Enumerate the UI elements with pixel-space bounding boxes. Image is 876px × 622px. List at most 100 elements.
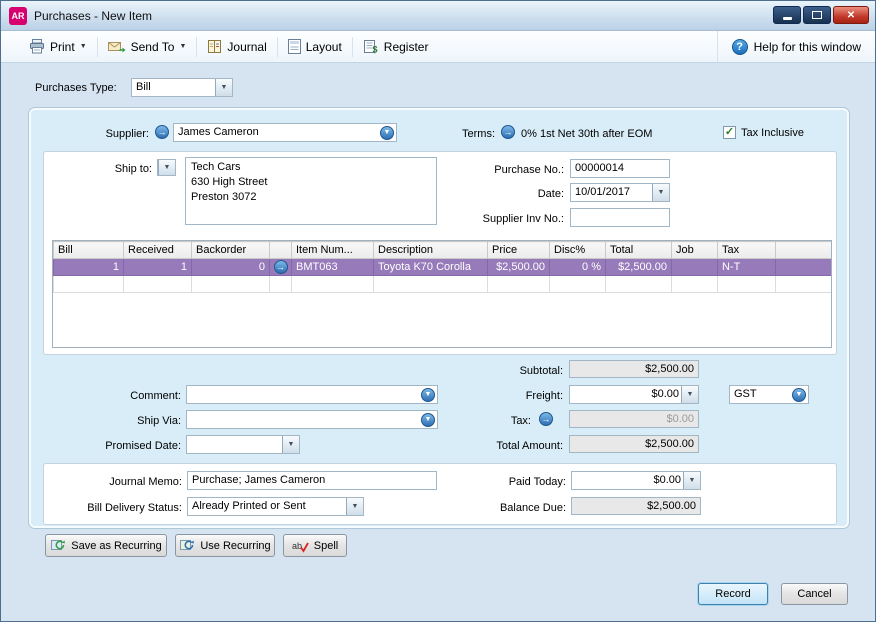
layout-button[interactable]: Layout [278,34,352,60]
tax-value: $0.00 [574,412,694,427]
cell-tax[interactable]: N-T [718,259,776,276]
journal-memo-label: Journal Memo: [80,473,182,491]
supplier-select[interactable]: James Cameron ▼ [173,123,397,142]
ship-to-dropdown[interactable]: ▼ [157,159,176,176]
use-recurring-button[interactable]: Use Recurring [175,534,275,557]
gst-select[interactable]: GST ▼ [729,385,809,404]
gst-dropdown-button[interactable]: ▼ [792,388,806,402]
bill-delivery-status-select[interactable]: Already Printed or Sent ▼ [187,497,364,516]
journal-memo-field[interactable]: Purchase; James Cameron [187,471,437,490]
paid-today-dropdown-button[interactable]: ▼ [683,472,700,489]
tax-zoom-arrow-icon[interactable]: → [539,412,553,426]
terms-zoom-arrow-icon[interactable]: → [501,125,515,139]
paid-today-field[interactable]: $0.00 ▼ [571,471,701,490]
layout-icon [288,39,301,54]
save-recurring-icon [50,538,66,553]
bill-form-panel: Supplier: → James Cameron ▼ Terms: → 0% … [29,108,849,528]
use-recurring-label: Use Recurring [200,540,270,552]
date-field[interactable]: 10/01/2017 ▼ [570,183,670,202]
help-icon: ? [732,39,748,55]
supplier-value: James Cameron [178,125,392,140]
cell-job[interactable] [672,276,718,293]
purchases-type-dropdown-button[interactable]: ▼ [215,79,232,96]
cell-tax[interactable] [718,276,776,293]
cell-item-number[interactable] [292,276,374,293]
chevron-down-icon: ▼ [687,391,694,398]
comment-select[interactable]: ▼ [186,385,438,404]
ship-to-address-field[interactable]: Tech Cars 630 High Street Preston 3072 [185,157,437,225]
cell-item-number[interactable]: BMT063 [292,259,374,276]
freight-dropdown-button[interactable]: ▼ [681,386,698,403]
cancel-button[interactable]: Cancel [781,583,848,605]
cell-bill[interactable] [54,276,124,293]
chevron-down-icon: ▼ [288,441,295,448]
tax-label: Tax: [431,412,531,430]
send-to-button[interactable]: Send To ▼ [98,34,197,60]
bill-delivery-status-value: Already Printed or Sent [192,499,359,514]
journal-button[interactable]: Journal [197,34,276,60]
bill-delivery-status-label: Bill Delivery Status: [70,499,182,517]
svg-text:$: $ [372,45,377,55]
record-button[interactable]: Record [698,583,768,605]
cell-description[interactable]: Toyota K70 Corolla [374,259,488,276]
cell-price[interactable]: $2,500.00 [488,259,550,276]
cell-total[interactable]: $2,500.00 [606,259,672,276]
spell-button[interactable]: ab Spell [283,534,347,557]
close-button[interactable]: ✕ [833,6,869,24]
send-to-icon [108,39,126,54]
chevron-down-icon: ▼ [164,164,171,171]
cell-disc[interactable] [550,276,606,293]
minimize-button[interactable] [773,6,801,24]
register-button[interactable]: $ Register [353,34,439,60]
freight-field[interactable]: $0.00 ▼ [569,385,699,404]
ship-to-label: Ship to: [60,160,152,178]
row-detail-arrow-icon[interactable]: → [274,260,288,274]
cell-received[interactable]: 1 [124,259,192,276]
supplier-zoom-arrow-icon[interactable]: → [155,125,169,139]
promised-date-field[interactable]: ▼ [186,435,300,454]
help-button[interactable]: ? Help for this window [717,31,875,62]
date-dropdown-button[interactable]: ▼ [652,184,669,201]
promised-date-label: Promised Date: [79,437,181,455]
tax-inclusive-checkbox[interactable]: ✓ [723,126,736,139]
send-to-label: Send To [131,40,175,54]
register-icon: $ [363,39,379,54]
supplier-dropdown-button[interactable]: ▼ [380,126,394,140]
memo-panel: Journal Memo: Purchase; James Cameron Bi… [43,463,837,525]
chevron-down-icon: ▼ [658,189,665,196]
save-as-recurring-button[interactable]: Save as Recurring [45,534,167,557]
svg-text:ab: ab [292,541,302,551]
maximize-button[interactable] [803,6,831,24]
terms-label: Terms: [421,125,495,143]
cell-bill[interactable]: 1 [54,259,124,276]
ship-via-select[interactable]: ▼ [186,410,438,429]
line-items-table: Bill Received Backorder Item Num... Desc… [52,240,832,348]
cell-backorder[interactable]: 0 [192,259,270,276]
purchases-type-select[interactable]: Bill ▼ [131,78,233,97]
total-amount-label: Total Amount: [463,437,563,455]
comment-dropdown-button[interactable]: ▼ [421,388,435,402]
cell-job[interactable] [672,259,718,276]
cell-description[interactable] [374,276,488,293]
col-header-total: Total [606,242,672,259]
cell-price[interactable] [488,276,550,293]
journal-memo-value: Purchase; James Cameron [192,473,432,488]
bill-delivery-dropdown-button[interactable]: ▼ [346,498,363,515]
table-row-empty[interactable] [54,276,832,293]
ship-to-dropdown-button[interactable]: ▼ [158,160,175,175]
cell-total[interactable] [606,276,672,293]
cell-backorder[interactable] [192,276,270,293]
cell-received[interactable] [124,276,192,293]
print-button[interactable]: Print ▼ [19,34,97,60]
minimize-icon [783,17,792,20]
purchase-no-field[interactable]: 00000014 [570,159,670,178]
balance-due-field: $2,500.00 [571,497,701,515]
table-row-selected[interactable]: 1 1 0 → BMT063 Toyota K70 Corolla $2,500… [54,259,832,276]
supplier-inv-no-field[interactable] [570,208,670,227]
ship-items-panel: Ship to: ▼ Tech Cars 630 High Street Pre… [43,151,837,355]
save-as-recurring-label: Save as Recurring [71,540,162,552]
promised-date-dropdown-button[interactable]: ▼ [282,436,299,453]
table-header-row: Bill Received Backorder Item Num... Desc… [54,242,832,259]
purchases-type-label: Purchases Type: [35,79,117,97]
cell-disc[interactable]: 0 % [550,259,606,276]
